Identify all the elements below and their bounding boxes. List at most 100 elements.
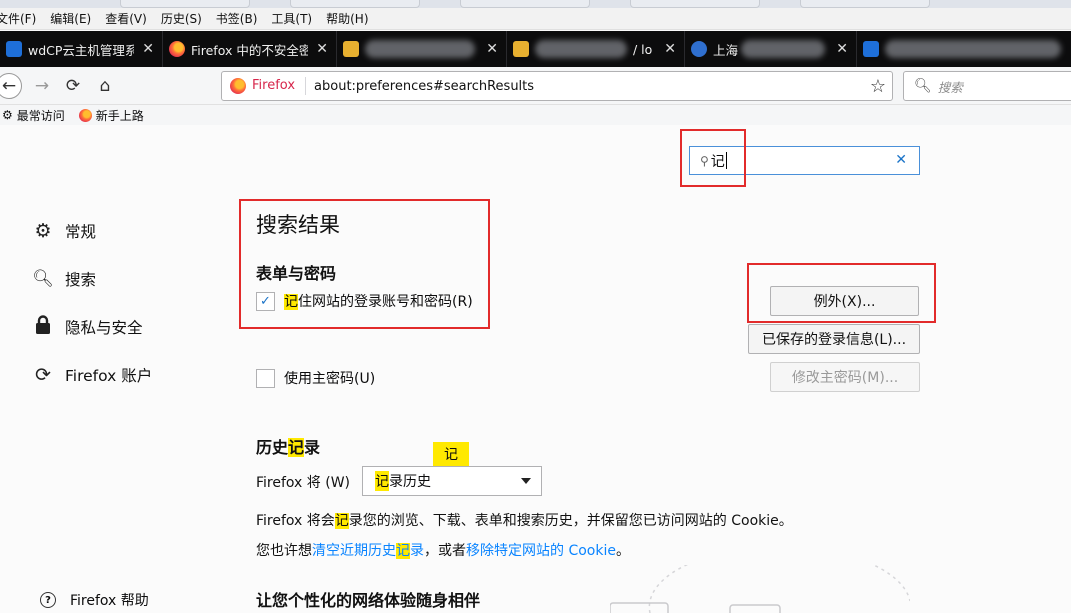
master-password-label[interactable]: 使用主密码(U) [284, 368, 375, 388]
preferences-sidebar: ⚙ 常规 🔍︎ 搜索 隐私与安全 ⟳ Firefox 账户 [32, 207, 152, 399]
bookmark-label: 最常访问 [16, 108, 65, 123]
menu-edit[interactable]: 编辑(E) [50, 10, 91, 27]
search-placeholder: 搜索 [937, 79, 963, 95]
menu-bookmarks[interactable]: 书签(B) [216, 10, 258, 27]
tab-strip: wdCP云主机管理系统 ✕ Firefox 中的不安全密 ✕ ✕ / lo ✕ … [0, 31, 1071, 67]
desc-text: ，或者 [424, 543, 466, 559]
sidebar-item-privacy[interactable]: 隐私与安全 [32, 303, 152, 351]
firefox-favicon-icon [169, 41, 185, 57]
close-icon[interactable]: ✕ [836, 41, 848, 57]
navigation-toolbar: ← → ⟳ ⌂ Firefox about:preferences#search… [0, 67, 1071, 105]
sidebar-item-firefox-account[interactable]: ⟳ Firefox 账户 [32, 351, 152, 399]
sidebar-item-general[interactable]: ⚙ 常规 [32, 207, 152, 255]
tab-wdcp[interactable]: wdCP云主机管理系统 ✕ [0, 31, 163, 67]
preferences-search-input[interactable]: ⚲ 记 ✕ [689, 146, 920, 175]
menu-file[interactable]: 文件(F) [0, 10, 36, 27]
text-cursor [725, 152, 727, 169]
bookmarks-toolbar: ⚙ 最常访问 新手上路 [0, 105, 1071, 125]
redacted-title [365, 40, 475, 58]
history-links-line: 您也许想清空近期历史记录，或者移除特定网站的 Cookie。 [256, 540, 630, 560]
search-highlight: 记 [334, 513, 349, 529]
close-icon[interactable]: ✕ [316, 41, 328, 57]
redacted-title [885, 40, 1061, 58]
help-label: Firefox 帮助 [70, 593, 149, 609]
saved-logins-button[interactable]: 已保存的登录信息(L)... [748, 324, 920, 354]
clear-recent-history-link[interactable]: 清空近期历史记录 [312, 543, 424, 559]
bookmark-star-icon[interactable]: ☆ [870, 76, 886, 97]
tab-wdcp-2[interactable] [857, 31, 1071, 67]
background-tab-edge [630, 0, 760, 8]
search-icon: ⚲ [700, 153, 709, 168]
forms-passwords-heading: 表单与密码 [256, 264, 337, 283]
reload-icon[interactable]: ⟳ [61, 74, 85, 98]
history-heading: 历史记录 [256, 434, 320, 458]
master-password-row: 使用主密码(U) [256, 368, 375, 388]
sync-icon: ⟳ [35, 364, 51, 386]
search-icon: 🔍︎ [914, 78, 932, 94]
clear-icon[interactable]: ✕ [895, 152, 907, 168]
change-master-password-button[interactable]: 修改主密码(M)... [770, 362, 920, 392]
gear-icon: ⚙ [34, 220, 52, 242]
master-password-checkbox[interactable] [256, 368, 275, 388]
desc-text: 录您的浏览、下载、表单和搜索历史，并保留您已访问网站的 Cookie。 [348, 513, 793, 529]
home-icon[interactable]: ⌂ [93, 74, 117, 98]
remove-site-cookies-link[interactable]: 移除特定网站的 Cookie [466, 543, 616, 559]
remember-logins-label[interactable]: 记住网站的登录账号和密码(R) [284, 291, 473, 311]
phpmyadmin-favicon-icon [343, 41, 359, 57]
window-top-strip [0, 0, 1071, 8]
tab-title: Firefox 中的不安全密 [191, 42, 309, 58]
gear-icon: ⚙ [2, 108, 13, 122]
tab-pma-2[interactable]: / lo ✕ [507, 31, 685, 67]
tab-pma-1[interactable]: ✕ [337, 31, 507, 67]
select-value: 录历史 [389, 474, 431, 490]
bookmark-most-visited[interactable]: ⚙ 最常访问 [2, 107, 65, 124]
firefox-help-link[interactable]: ? Firefox 帮助 [40, 590, 149, 610]
tab-title: wdCP云主机管理系统 [28, 42, 134, 58]
link-text: 清空近期历史 [312, 543, 396, 559]
sidebar-item-search[interactable]: 🔍︎ 搜索 [32, 255, 152, 303]
background-tab-edge [460, 0, 590, 8]
tab-shanghai[interactable]: 上海 ✕ [685, 31, 857, 67]
search-results-heading: 搜索结果 [256, 213, 340, 237]
menu-view[interactable]: 查看(V) [105, 10, 147, 27]
desc-text: 您也许想 [256, 543, 312, 559]
menu-tools[interactable]: 工具(T) [271, 10, 312, 27]
menu-history[interactable]: 历史(S) [161, 10, 202, 27]
exceptions-button[interactable]: 例外(X)... [770, 286, 919, 316]
preferences-page: ⚲ 记 ✕ ⚙ 常规 🔍︎ 搜索 隐私与安全 ⟳ Firefox 账户 ? Fi… [0, 125, 1071, 613]
label-text: 住网站的登录账号和密码(R) [298, 294, 473, 310]
address-bar[interactable]: Firefox about:preferences#searchResults … [221, 71, 893, 101]
back-arrow-icon[interactable]: ← [0, 73, 22, 99]
close-icon[interactable]: ✕ [664, 41, 676, 57]
tab-firefox-insecure[interactable]: Firefox 中的不安全密 ✕ [163, 31, 337, 67]
menu-help[interactable]: 帮助(H) [326, 10, 368, 27]
bookmark-getting-started[interactable]: 新手上路 [78, 107, 144, 124]
wdcp-favicon-icon [6, 41, 22, 57]
bookmark-label: 新手上路 [95, 108, 144, 123]
sync-illustration [610, 565, 910, 613]
toolbar-search-box[interactable]: 🔍︎ 搜索 [903, 71, 1071, 101]
close-icon[interactable]: ✕ [142, 41, 154, 57]
remember-logins-checkbox[interactable]: ✓ [256, 291, 275, 311]
heading-text: 历史 [256, 438, 289, 457]
chevron-down-icon [521, 478, 531, 484]
identity-label: Firefox [252, 77, 307, 95]
background-tab-edge [290, 0, 420, 8]
close-icon[interactable]: ✕ [486, 41, 498, 57]
search-match-tooltip: 记 [433, 442, 469, 472]
search-value: 记 [710, 153, 725, 170]
desc-text: Firefox 将会 [256, 513, 335, 529]
firefox-logo-icon [78, 108, 92, 122]
firefox-logo-icon [230, 78, 246, 94]
sidebar-item-label: Firefox 账户 [65, 367, 153, 385]
personalize-heading: 让您个性化的网络体验随身相伴 [256, 591, 481, 610]
sidebar-item-label: 常规 [65, 223, 97, 241]
url-text[interactable]: about:preferences#searchResults [314, 79, 534, 94]
search-highlight: 记 [284, 294, 298, 310]
search-highlight: 记 [396, 543, 410, 559]
history-mode-select[interactable]: 记录历史 [362, 466, 542, 496]
link-text: 录 [410, 543, 424, 559]
remember-logins-row: ✓ 记住网站的登录账号和密码(R) [256, 291, 473, 311]
forward-arrow-icon[interactable]: → [30, 74, 54, 98]
search-icon: 🔍︎ [32, 269, 54, 289]
